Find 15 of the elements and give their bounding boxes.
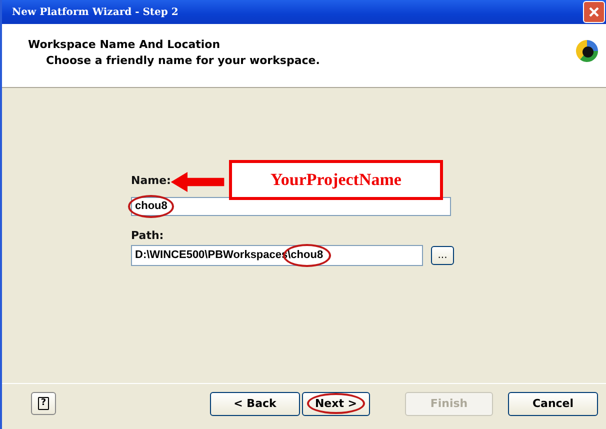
wizard-button[interactable]: Cancel bbox=[508, 392, 598, 416]
wizard-button[interactable]: Next > bbox=[302, 392, 370, 416]
wizard-button[interactable]: < Back bbox=[210, 392, 300, 416]
header-subtitle: Choose a friendly name for your workspace. bbox=[45, 54, 320, 67]
window-title: New Platform Wizard - Step 2 bbox=[12, 6, 178, 18]
close-button[interactable] bbox=[583, 1, 605, 23]
header-title: Workspace Name And Location bbox=[28, 38, 222, 51]
browse-button[interactable]: ... bbox=[431, 246, 454, 265]
name-label: Name: bbox=[131, 174, 171, 187]
path-label: Path: bbox=[131, 229, 164, 242]
help-button[interactable]: ? bbox=[31, 392, 56, 415]
wizard-logo-icon bbox=[574, 38, 600, 64]
callout-box: YourProjectName bbox=[229, 160, 443, 200]
close-icon bbox=[587, 5, 601, 19]
highlight-ellipse bbox=[128, 195, 174, 218]
